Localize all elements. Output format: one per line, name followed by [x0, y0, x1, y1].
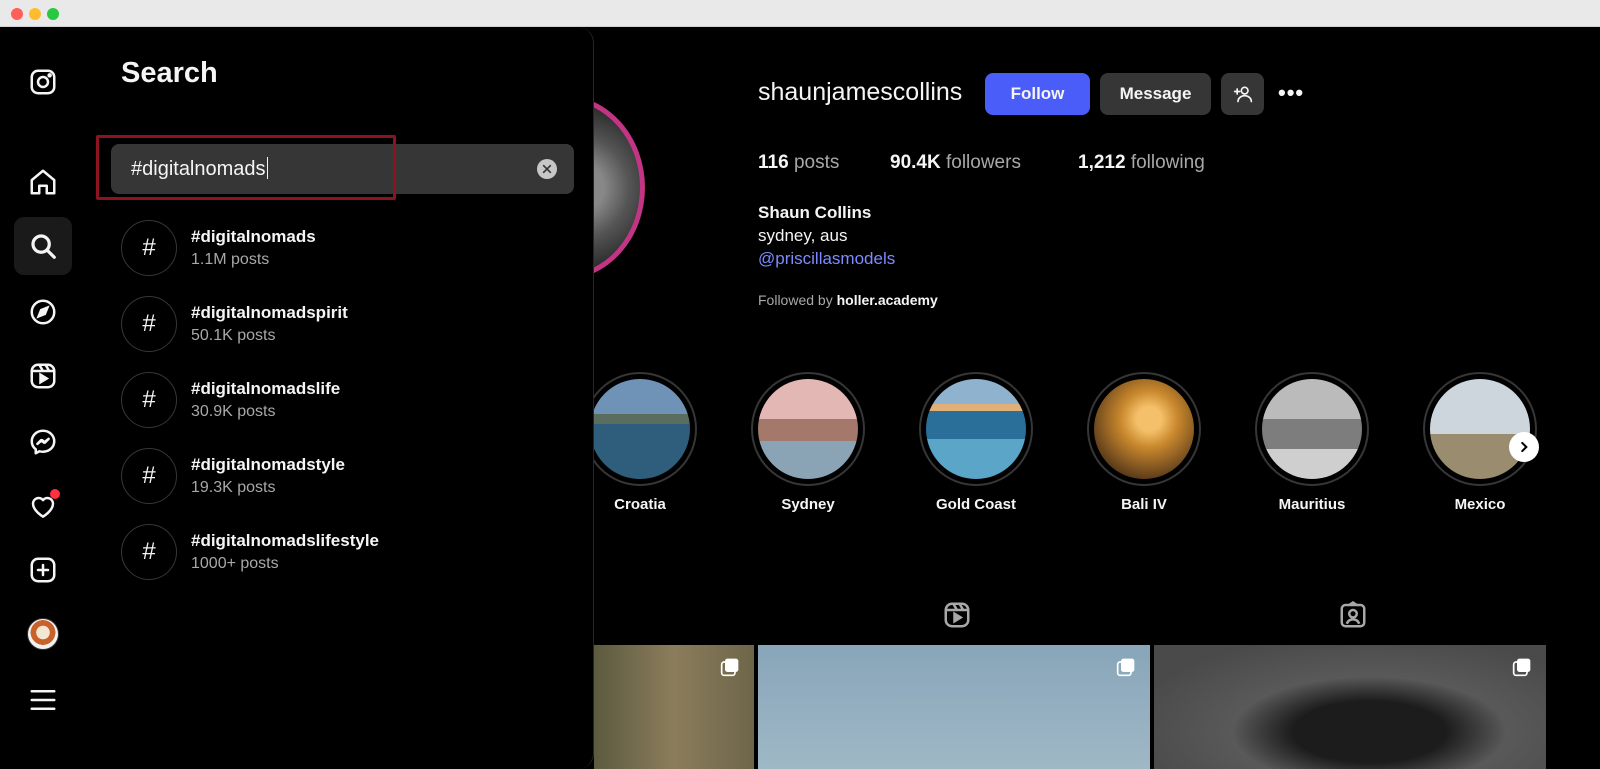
- followers-value: 90.4K: [890, 152, 941, 173]
- result-count: 1000+ posts: [191, 555, 279, 572]
- result-count: 30.9K posts: [191, 403, 276, 420]
- profile-link[interactable]: @priscillasmodels: [758, 249, 895, 269]
- followed-by-user[interactable]: holler.academy: [837, 292, 938, 308]
- search-result[interactable]: # #digitalnomadslifestyle 1000+ posts: [121, 524, 561, 582]
- hashtag-icon: #: [121, 372, 177, 428]
- followed-by-prefix: Followed by: [758, 292, 833, 308]
- create-icon[interactable]: [14, 541, 72, 599]
- tab-tagged-icon[interactable]: [1338, 600, 1368, 630]
- nav-rail: [0, 27, 86, 769]
- search-icon[interactable]: [14, 217, 72, 275]
- highlights-next-button[interactable]: [1509, 432, 1539, 462]
- message-button[interactable]: Message: [1100, 73, 1211, 115]
- follow-button[interactable]: Follow: [985, 73, 1090, 115]
- result-tag: #digitalnomadstyle: [191, 455, 345, 474]
- result-tag: #digitalnomads: [191, 227, 316, 246]
- search-result[interactable]: # #digitalnomadstyle 19.3K posts: [121, 448, 561, 506]
- profile-avatar[interactable]: [14, 605, 72, 663]
- highlight-croatia[interactable]: Croatia: [582, 372, 698, 513]
- result-tag: #digitalnomadslifestyle: [191, 531, 379, 550]
- notification-badge: [50, 489, 60, 499]
- close-window-button[interactable]: [11, 8, 23, 20]
- multiple-posts-icon: [720, 658, 739, 677]
- posts-label: posts: [793, 152, 840, 173]
- search-result[interactable]: # #digitalnomadspirit 50.1K posts: [121, 296, 561, 354]
- home-icon[interactable]: [14, 153, 72, 211]
- hashtag-icon: #: [121, 524, 177, 580]
- hashtag-icon: #: [121, 220, 177, 276]
- highlight-label: Sydney: [781, 496, 835, 513]
- result-tag: #digitalnomadspirit: [191, 303, 348, 322]
- highlight-gold-coast[interactable]: Gold Coast: [918, 372, 1034, 513]
- following-value: 1,212: [1078, 152, 1126, 173]
- highlight-mauritius[interactable]: Mauritius: [1254, 372, 1370, 513]
- result-count: 50.1K posts: [191, 327, 276, 344]
- result-count: 1.1M posts: [191, 251, 270, 268]
- profile-full-name: Shaun Collins: [758, 203, 872, 222]
- result-count: 19.3K posts: [191, 479, 276, 496]
- posts-value: 116: [758, 152, 789, 173]
- search-input[interactable]: #digitalnomads: [111, 144, 574, 194]
- explore-icon[interactable]: [14, 283, 72, 341]
- profile-username: shaunjamescollins: [758, 78, 963, 106]
- messenger-icon[interactable]: [14, 413, 72, 471]
- followers-label: followers: [945, 152, 1021, 173]
- minimize-window-button[interactable]: [29, 8, 41, 20]
- following-count[interactable]: 1,212 following: [1078, 152, 1205, 174]
- search-panel: Search #digitalnomads # #digitalnomads 1…: [86, 27, 594, 769]
- highlight-label: Gold Coast: [935, 496, 1016, 513]
- maximize-window-button[interactable]: [47, 8, 59, 20]
- search-title: Search: [121, 57, 218, 89]
- posts-count: 116 posts: [758, 152, 839, 174]
- search-result[interactable]: # #digitalnomads 1.1M posts: [121, 220, 561, 278]
- instagram-logo-icon[interactable]: [14, 53, 72, 111]
- multiple-posts-icon: [1116, 658, 1135, 677]
- text-caret: [266, 157, 268, 179]
- chevron-right-icon: [1521, 441, 1528, 453]
- post-tile[interactable]: [758, 645, 1150, 769]
- following-label: following: [1130, 152, 1205, 173]
- search-query[interactable]: #digitalnomads: [131, 157, 268, 181]
- highlight-label: Mexico: [1454, 496, 1506, 513]
- followers-count[interactable]: 90.4K followers: [890, 152, 1021, 174]
- result-tag: #digitalnomadslife: [191, 379, 341, 398]
- followed-by: Followed by holler.academy: [758, 292, 938, 308]
- avatar: [27, 618, 59, 650]
- post-tile[interactable]: [1154, 645, 1546, 769]
- reels-icon[interactable]: [14, 347, 72, 405]
- post-tile[interactable]: [594, 645, 754, 769]
- clear-search-button[interactable]: [537, 159, 557, 179]
- tab-reels-icon[interactable]: [942, 600, 972, 630]
- profile-location: sydney, aus: [758, 226, 848, 245]
- hashtag-icon: #: [121, 296, 177, 352]
- highlight-sydney[interactable]: Sydney: [750, 372, 866, 513]
- menu-icon[interactable]: [14, 671, 72, 729]
- more-options-icon[interactable]: •••: [1278, 80, 1312, 108]
- highlight-bali-iv[interactable]: Bali IV: [1086, 372, 1202, 513]
- highlight-label: Bali IV: [1121, 496, 1167, 513]
- search-query-text: #digitalnomads: [131, 158, 266, 180]
- close-icon: [542, 164, 552, 174]
- search-result[interactable]: # #digitalnomadslife 30.9K posts: [121, 372, 561, 430]
- add-user-icon: [1233, 86, 1252, 103]
- highlight-label: Croatia: [614, 496, 666, 513]
- multiple-posts-icon: [1512, 658, 1531, 677]
- suggest-users-button[interactable]: [1221, 73, 1264, 115]
- hashtag-icon: #: [121, 448, 177, 504]
- highlight-label: Mauritius: [1278, 496, 1346, 513]
- notifications-icon[interactable]: [14, 477, 72, 535]
- window-titlebar: [0, 0, 1600, 27]
